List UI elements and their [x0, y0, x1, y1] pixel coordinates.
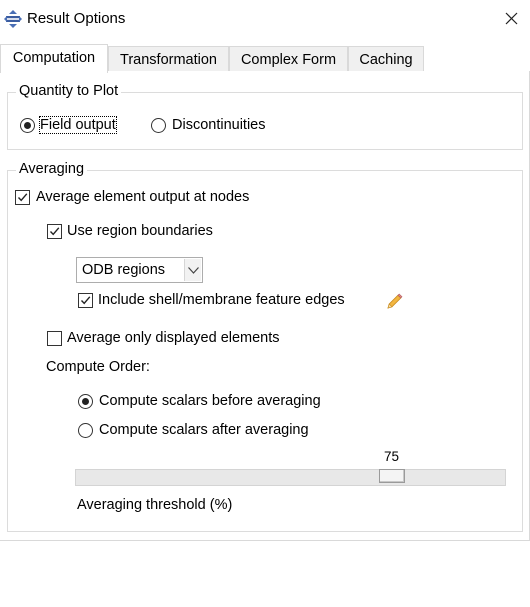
threshold-label: Averaging threshold (%): [77, 497, 233, 513]
compute-order-label: Compute Order:: [46, 359, 150, 375]
displayed-only-checkbox[interactable]: [47, 331, 62, 346]
include-edges-label[interactable]: Include shell/membrane feature edges: [98, 292, 345, 308]
window-title: Result Options: [27, 10, 126, 27]
field-output-label[interactable]: Field output: [39, 116, 117, 134]
use-region-boundaries-label[interactable]: Use region boundaries: [67, 223, 213, 239]
use-region-boundaries-checkbox[interactable]: [47, 224, 62, 239]
tab-strip: Computation Transformation Complex Form …: [0, 44, 530, 73]
abaqus-app-icon: [4, 10, 22, 28]
threshold-slider-track[interactable]: [75, 469, 506, 486]
title-bar: Result Options: [0, 0, 530, 38]
threshold-slider-thumb[interactable]: [379, 469, 405, 483]
scalars-after-label[interactable]: Compute scalars after averaging: [99, 422, 309, 438]
tab-transformation[interactable]: Transformation: [108, 46, 229, 72]
close-button[interactable]: [494, 0, 530, 38]
region-select-value: ODB regions: [82, 262, 166, 278]
scalars-before-label[interactable]: Compute scalars before averaging: [99, 393, 321, 409]
scalars-after-radio[interactable]: [78, 423, 93, 438]
chevron-down-icon: [188, 267, 199, 274]
displayed-only-label[interactable]: Average only displayed elements: [67, 330, 280, 346]
tab-complex-form[interactable]: Complex Form: [229, 46, 348, 72]
discontinuities-label[interactable]: Discontinuities: [172, 117, 266, 133]
quantity-to-plot-legend: Quantity to Plot: [16, 83, 122, 99]
include-edges-checkbox[interactable]: [78, 293, 93, 308]
discontinuities-radio[interactable]: [151, 118, 166, 133]
region-select[interactable]: ODB regions: [76, 257, 203, 283]
close-icon: [505, 12, 518, 25]
threshold-value: 75: [384, 449, 400, 464]
pencil-icon[interactable]: [385, 293, 403, 311]
average-at-nodes-checkbox[interactable]: [15, 190, 30, 205]
tab-caching[interactable]: Caching: [348, 46, 424, 72]
average-at-nodes-label[interactable]: Average element output at nodes: [36, 189, 249, 205]
averaging-legend: Averaging: [16, 161, 88, 177]
tab-computation[interactable]: Computation: [0, 44, 108, 73]
field-output-radio[interactable]: [20, 118, 35, 133]
scalars-before-radio[interactable]: [78, 394, 93, 409]
region-select-dropdown-button[interactable]: [184, 259, 201, 281]
